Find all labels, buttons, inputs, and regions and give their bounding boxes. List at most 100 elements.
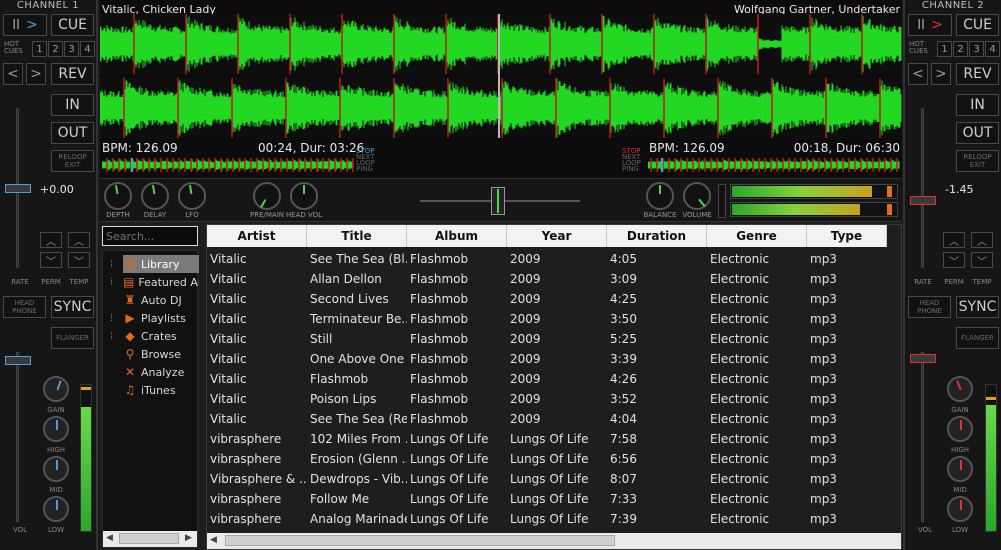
table-horizontal-scrollbar[interactable]: ◀ ▶ xyxy=(207,533,901,549)
column-header-album[interactable]: Album xyxy=(407,225,507,247)
mid-eq-knob[interactable] xyxy=(43,456,69,482)
low-eq-knob[interactable] xyxy=(43,496,69,522)
tree-item-browse[interactable]: ⚲ Browse xyxy=(123,345,199,363)
rate-slider-handle[interactable] xyxy=(910,196,936,205)
track-table-body[interactable]: Vitalic See The Sea (Bl... Flashmob 2009 4:0… xyxy=(207,249,887,529)
tree-expander[interactable] xyxy=(111,260,118,267)
table-row[interactable]: vibrasphere Follow Me Lungs Of Life Lungs O… xyxy=(207,489,887,509)
pre-main-knob[interactable] xyxy=(253,182,281,210)
reverse-button[interactable]: REV xyxy=(956,63,999,85)
tree-item-featured-artists[interactable]: ▤Featured Artists xyxy=(123,273,199,291)
hot-cue-2-button[interactable]: 2 xyxy=(48,41,63,57)
loop-in-button[interactable]: IN xyxy=(956,94,999,116)
rate-temp-down-button[interactable]: ﹀ xyxy=(971,252,993,268)
gain-knob[interactable] xyxy=(947,376,973,402)
rate-perm-up-button[interactable]: ︿ xyxy=(943,232,965,248)
reloop-exit-button[interactable]: RELOOP EXIT xyxy=(956,150,999,172)
reverse-button[interactable]: REV xyxy=(51,63,94,85)
depth-knob[interactable] xyxy=(104,182,132,210)
nudge-back-button[interactable]: < xyxy=(3,63,23,85)
tree-horizontal-scrollbar[interactable]: ◀ ▶ xyxy=(103,531,197,547)
flanger-button[interactable]: FLANGER xyxy=(51,327,94,349)
tree-item-auto-dj[interactable]: ♜ Auto DJ xyxy=(123,291,199,309)
column-header-type[interactable]: Type xyxy=(807,225,887,247)
deck-2-waveform[interactable] xyxy=(100,78,902,138)
tree-item-itunes[interactable]: ♫ iTunes xyxy=(123,381,199,399)
mid-eq-knob[interactable] xyxy=(947,456,973,482)
table-row[interactable]: Vitalic Poison Lips Flashmob 2009 3:52 Electr… xyxy=(207,389,887,409)
column-header-title[interactable]: Title xyxy=(307,225,407,247)
table-row[interactable]: Vitalic Allan Dellon Flashmob 2009 3:09 Elect… xyxy=(207,269,887,289)
rate-temp-down-button[interactable]: ﹀ xyxy=(68,252,90,268)
table-row[interactable]: vibrasphere Analog Marinade Lungs Of Life L… xyxy=(207,509,887,529)
low-eq-knob[interactable] xyxy=(947,496,973,522)
table-row[interactable]: Vitalic See The Sea (Bl... Flashmob 2009 4:0… xyxy=(207,249,887,269)
rate-slider-track[interactable] xyxy=(921,108,924,268)
deck-1-overview-waveform[interactable] xyxy=(102,158,354,172)
table-row[interactable]: Vitalic Second Lives Flashmob 2009 4:25 Elect… xyxy=(207,289,887,309)
table-row[interactable]: Vibrasphere & ... Dewdrops - Vib... Lungs … xyxy=(207,469,887,489)
column-header-genre[interactable]: Genre xyxy=(707,225,807,247)
deck-2-overview-waveform[interactable] xyxy=(648,158,900,172)
library-tree[interactable]: ◀ ▶ ▥Library▤Featured Artists♜Auto DJ▶Pl… xyxy=(102,250,199,548)
play-pause-button[interactable]: II > xyxy=(3,14,47,36)
rate-perm-down-button[interactable]: ﹀ xyxy=(943,252,965,268)
cue-button[interactable]: CUE xyxy=(51,14,94,36)
volume-slider-track[interactable] xyxy=(921,352,924,522)
delay-knob[interactable] xyxy=(141,182,169,210)
tree-scroll-thumb[interactable] xyxy=(119,533,179,544)
volume-knob[interactable] xyxy=(683,182,711,210)
play-pause-button[interactable]: II > xyxy=(908,14,952,36)
column-header-duration[interactable]: Duration xyxy=(607,225,707,247)
hot-cue-3-button[interactable]: 3 xyxy=(64,41,79,57)
table-row[interactable]: Vitalic One Above One Flashmob 2009 3:39 Elec… xyxy=(207,349,887,369)
volume-slider-handle[interactable] xyxy=(910,354,936,363)
volume-slider-track[interactable] xyxy=(16,352,19,522)
hot-cue-4-button[interactable]: 4 xyxy=(80,41,95,57)
table-row[interactable]: vibrasphere 102 Miles From ... Lungs Of Li… xyxy=(207,429,887,449)
table-hscroll-thumb[interactable] xyxy=(225,535,615,546)
lfo-knob[interactable] xyxy=(178,182,206,210)
search-input[interactable] xyxy=(102,226,198,246)
crossfader-handle[interactable] xyxy=(491,187,505,215)
rate-temp-up-button[interactable]: ︿ xyxy=(68,232,90,248)
cue-button[interactable]: CUE xyxy=(956,14,999,36)
balance-knob[interactable] xyxy=(646,182,674,210)
tree-item-crates[interactable]: ◆ Crates xyxy=(123,327,199,345)
tree-expander[interactable] xyxy=(111,332,118,339)
head-vol-knob[interactable] xyxy=(290,182,318,210)
tree-expander[interactable] xyxy=(111,278,118,285)
waveform-display[interactable]: Vitalic, Chicken Lady Wolfgang Gartner, … xyxy=(100,0,902,178)
table-row[interactable]: Vitalic Terminateur Be... Flashmob 2009 3:50… xyxy=(207,309,887,329)
scroll-left-icon[interactable]: ◀ xyxy=(106,533,113,543)
tree-item-library[interactable]: ▥ Library xyxy=(123,255,199,273)
rate-temp-up-button[interactable]: ︿ xyxy=(971,232,993,248)
column-header-artist[interactable]: Artist xyxy=(207,225,307,247)
master-slider[interactable] xyxy=(718,184,726,218)
table-row[interactable]: vibrasphere Erosion (Glenn ... Lungs Of Li… xyxy=(207,449,887,469)
loop-out-button[interactable]: OUT xyxy=(51,122,94,144)
rate-perm-down-button[interactable]: ﹀ xyxy=(40,252,62,268)
rate-slider-handle[interactable] xyxy=(5,184,31,193)
high-eq-knob[interactable] xyxy=(947,416,973,442)
hot-cue-4-button[interactable]: 4 xyxy=(985,41,1000,57)
column-header-year[interactable]: Year xyxy=(507,225,607,247)
table-row[interactable]: Vitalic Flashmob Flashmob 2009 4:26 Electroni… xyxy=(207,369,887,389)
gain-knob[interactable] xyxy=(43,376,69,402)
hot-cue-1-button[interactable]: 1 xyxy=(32,41,47,57)
table-row[interactable]: Vitalic See The Sea (Red)Flashmob 2009 4:04… xyxy=(207,409,887,429)
nudge-forward-button[interactable]: > xyxy=(26,63,46,85)
hot-cue-2-button[interactable]: 2 xyxy=(953,41,968,57)
volume-slider-handle[interactable] xyxy=(5,356,31,365)
scroll-right-icon[interactable]: ▶ xyxy=(185,533,192,543)
tree-item-analyze[interactable]: ✕ Analyze xyxy=(123,363,199,381)
scroll-left-icon[interactable]: ◀ xyxy=(210,535,217,545)
flanger-button[interactable]: FLANGER xyxy=(956,327,999,349)
nudge-forward-button[interactable]: > xyxy=(931,63,951,85)
sync-button[interactable]: SYNC xyxy=(956,296,999,318)
headphone-button[interactable]: HEAD PHONE xyxy=(908,296,951,318)
nudge-back-button[interactable]: < xyxy=(908,63,928,85)
table-row[interactable]: Vitalic Still Flashmob 2009 5:25 Electronic mp… xyxy=(207,329,887,349)
loop-out-button[interactable]: OUT xyxy=(956,122,999,144)
deck-1-waveform[interactable] xyxy=(100,14,902,74)
